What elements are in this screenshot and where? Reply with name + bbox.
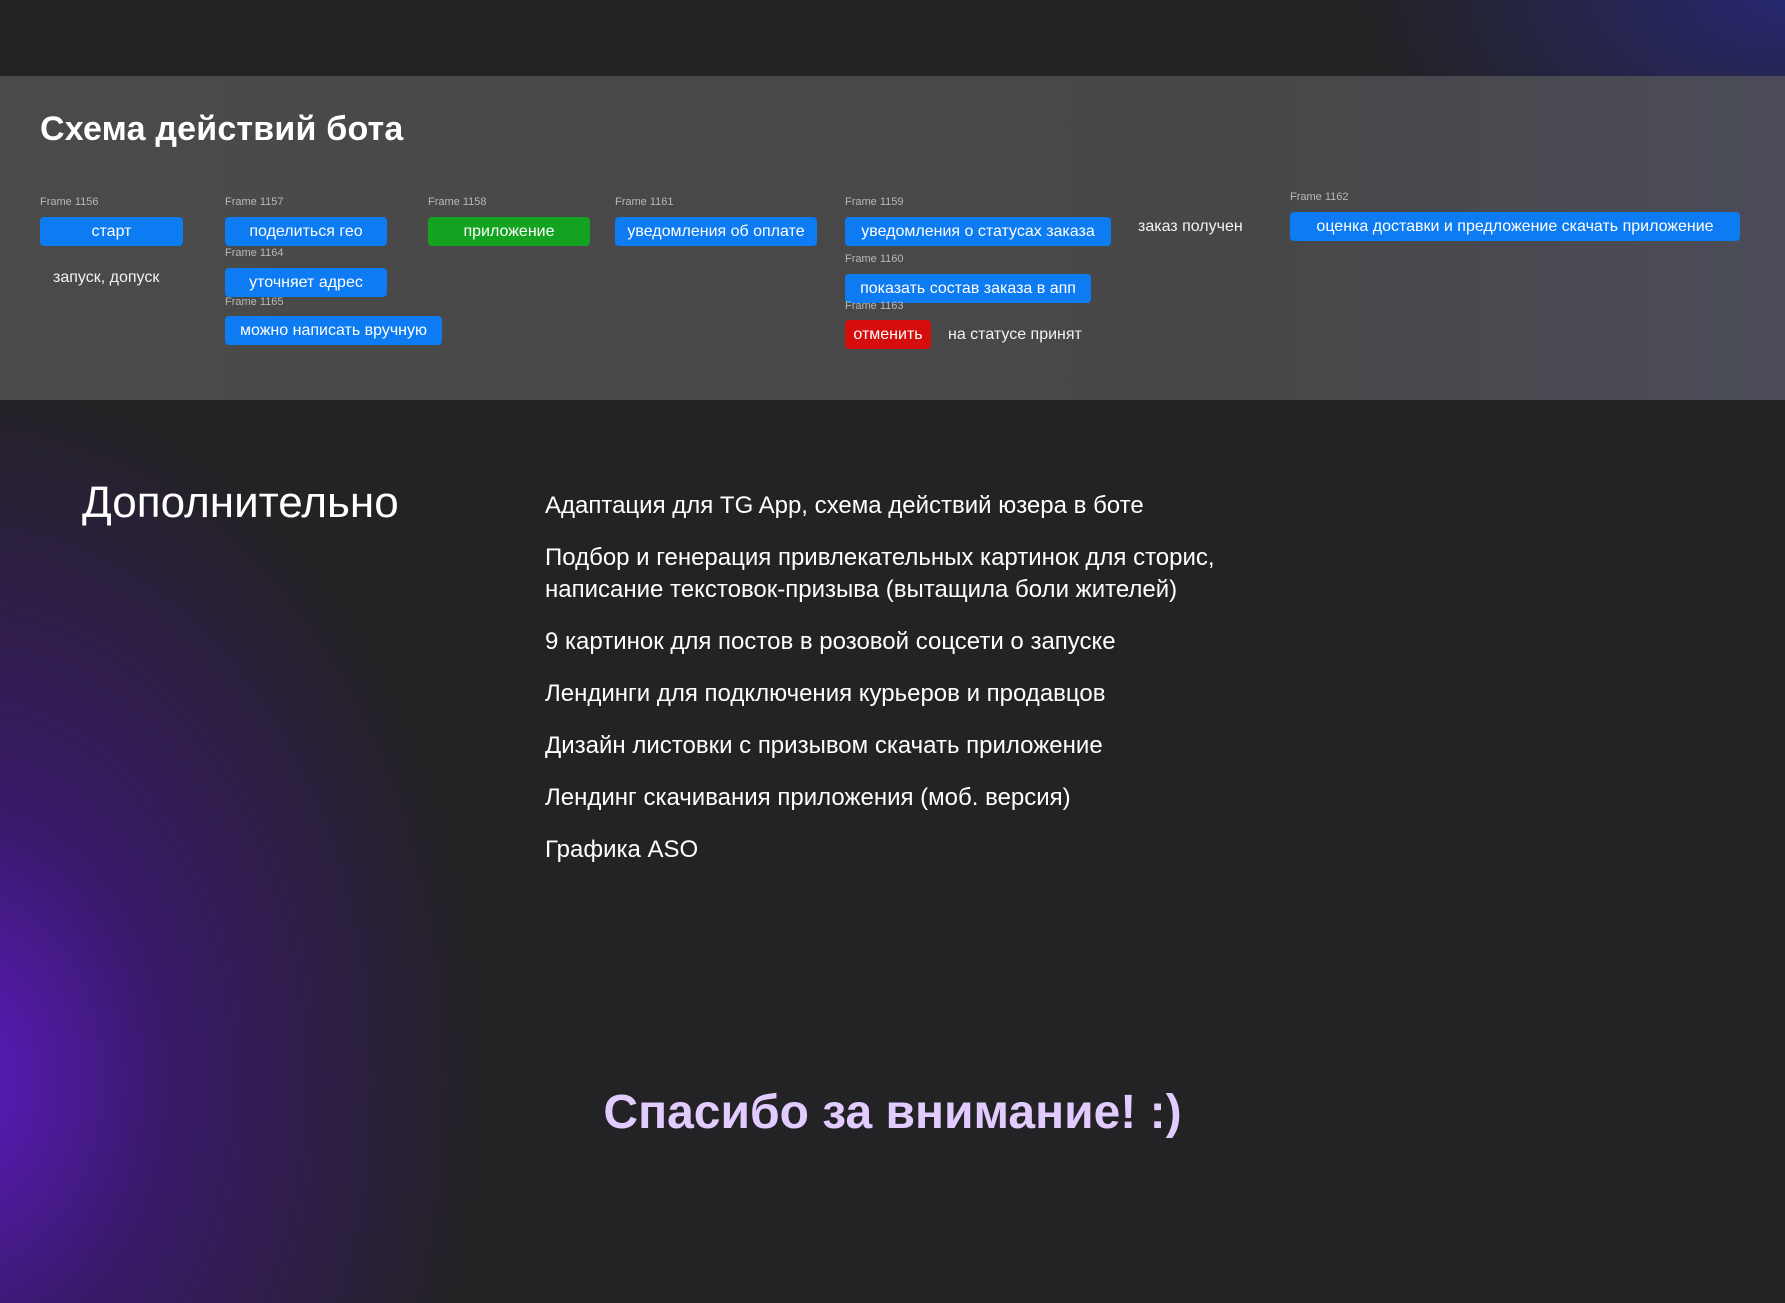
flow-step-payment-notifications: уведомления об оплате [615,217,817,246]
list-item: Лендинги для подключения курьеров и прод… [545,680,1106,707]
extra-list: Адаптация для TG App, схема действий юзе… [545,490,1305,886]
bot-flow-diagram: Схема действий бота Frame 1156 старт зап… [0,76,1785,400]
extra-heading: Дополнительно [82,478,399,527]
flow-step-show-order: показать состав заказа в апп [845,274,1091,303]
flow-step-start: старт [40,217,183,246]
flow-step-rate-delivery: оценка доставки и предложение скачать пр… [1290,212,1740,241]
frame-label: Frame 1163 [845,300,904,312]
frame-label: Frame 1165 [225,296,284,308]
note-on-status: на статусе принят [948,326,1082,343]
note-order-received: заказ получен [1138,218,1243,235]
flow-step-app: приложение [428,217,590,246]
list-item: Лендинг скачивания приложения (моб. верс… [545,784,1071,811]
list-item: Подбор и генерация привлекательных карти… [545,544,1215,603]
frame-label: Frame 1162 [1290,191,1349,203]
frame-label: Frame 1160 [845,253,904,265]
list-item: Дизайн листовки с призывом скачать прило… [545,732,1103,759]
list-item: 9 картинок для постов в розовой соцсети … [545,628,1116,655]
closing-message: Спасибо за внимание! :) [603,1086,1182,1139]
frame-label: Frame 1159 [845,196,904,208]
flow-step-share-geo: поделиться гео [225,217,387,246]
frame-label: Frame 1157 [225,196,284,208]
diagram-title: Схема действий бота [40,110,404,148]
flow-step-status-notifications: уведомления о статусах заказа [845,217,1111,246]
frame-label: Frame 1161 [615,196,674,208]
list-item: Адаптация для TG App, схема действий юзе… [545,492,1144,519]
list-item: Графика ASO [545,836,699,863]
frame-label: Frame 1156 [40,196,99,208]
flow-step-clarify-address: уточняет адрес [225,268,387,297]
flow-step-manual-input: можно написать вручную [225,316,442,345]
note-launch: запуск, допуск [53,269,160,286]
flow-step-cancel: отменить [845,320,931,349]
frame-label: Frame 1164 [225,247,284,259]
frame-label: Frame 1158 [428,196,487,208]
